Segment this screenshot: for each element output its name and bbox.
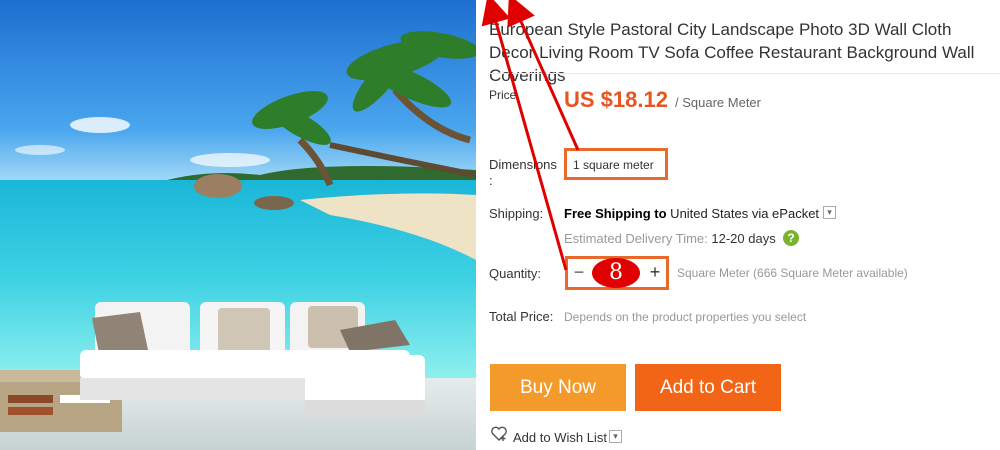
add-to-cart-button[interactable]: Add to Cart [635,364,781,411]
price-label: Price [489,88,517,102]
delivery-days: 12-20 days [707,231,776,246]
product-details-panel: European Style Pastoral City Landscape P… [476,0,1000,450]
shipping-dropdown-icon[interactable]: ▾ [823,206,836,219]
price-amount: US $18.12 [564,87,668,112]
total-price-value: Depends on the product properties you se… [564,310,807,324]
shipping-destination: United States via ePacket [666,206,820,221]
product-image[interactable] [0,0,476,450]
dimension-option-label[interactable]: 1 square meter [573,158,654,172]
buy-now-button[interactable]: Buy Now [490,364,626,411]
wishlist-dropdown-icon[interactable]: ▾ [609,430,622,443]
add-to-wishlist-link[interactable]: Add to Wish List [513,430,607,445]
product-title: European Style Pastoral City Landscape P… [489,20,975,85]
quantity-availability: Square Meter (666 Square Meter available… [677,266,908,280]
quantity-input[interactable]: 8 [592,258,640,288]
heart-plus-icon[interactable] [490,425,508,443]
quantity-increase-button[interactable]: + [647,262,663,282]
shipping-label: Shipping: [489,206,544,221]
quantity-label: Quantity: [489,266,542,281]
price-unit: / Square Meter [675,95,761,110]
estimated-delivery: Estimated Delivery Time: 12-20 days [564,231,776,246]
delivery-label: Estimated Delivery Time: [564,231,708,246]
dimensions-label: Dimensions : [489,157,557,188]
quantity-decrease-button[interactable]: − [571,262,587,282]
shipping-method[interactable]: Free Shipping to United States via ePack… [564,206,819,221]
beach-sofa-illustration [0,0,476,450]
free-shipping-text: Free Shipping to [564,206,667,221]
total-price-label: Total Price: [489,309,554,324]
title-divider [489,73,1000,74]
help-icon[interactable]: ? [783,230,799,246]
